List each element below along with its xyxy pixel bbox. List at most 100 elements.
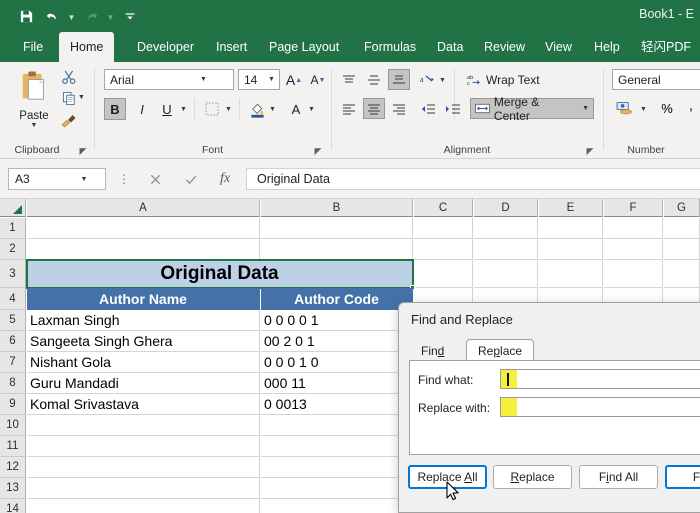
- number-format-combobox[interactable]: General: [612, 69, 700, 90]
- cell-c3[interactable]: [414, 260, 473, 288]
- cell-b10[interactable]: [261, 415, 413, 436]
- align-middle-icon[interactable]: [363, 69, 385, 90]
- cut-icon[interactable]: [58, 67, 80, 87]
- bold-button[interactable]: B: [104, 98, 126, 120]
- font-color-icon[interactable]: A: [285, 98, 307, 120]
- align-center-icon[interactable]: [363, 98, 385, 119]
- column-header-e[interactable]: E: [539, 199, 603, 217]
- cell-f1[interactable]: [604, 218, 663, 239]
- increase-indent-icon[interactable]: [442, 98, 464, 119]
- name-box[interactable]: A3 ▼: [8, 168, 106, 190]
- name-box-caret-icon[interactable]: ▼: [57, 176, 105, 183]
- tab-view[interactable]: View: [534, 32, 583, 62]
- cell-f2[interactable]: [604, 239, 663, 260]
- customize-qat-icon[interactable]: [118, 4, 142, 28]
- cell-a2[interactable]: [27, 239, 260, 260]
- cell-a13[interactable]: [27, 478, 260, 499]
- column-header-g[interactable]: G: [664, 199, 700, 217]
- table-row[interactable]: 0 0013: [261, 394, 413, 415]
- find-and-replace-dialog[interactable]: Find and Replace Find Replace Find what:…: [398, 302, 700, 513]
- decrease-indent-icon[interactable]: [417, 98, 439, 119]
- underline-dropdown-caret[interactable]: ▼: [180, 106, 187, 113]
- row-header-10[interactable]: 10: [0, 415, 26, 436]
- find-what-input[interactable]: [500, 369, 700, 389]
- font-name-combobox[interactable]: Arial ▼: [104, 69, 234, 90]
- paste-caret-icon[interactable]: ▼: [10, 122, 58, 130]
- accounting-format-icon[interactable]: [612, 98, 636, 119]
- tab-formulas[interactable]: Formulas: [353, 32, 427, 62]
- align-right-icon[interactable]: [388, 98, 410, 119]
- row-header-11[interactable]: 11: [0, 436, 26, 457]
- table-row[interactable]: 0 0 0 0 1: [261, 310, 413, 331]
- table-header-author-name[interactable]: Author Name: [27, 288, 260, 310]
- format-painter-icon[interactable]: [58, 110, 80, 130]
- cell-b14[interactable]: [261, 499, 413, 513]
- align-top-icon[interactable]: [338, 69, 360, 90]
- align-left-icon[interactable]: [338, 98, 360, 119]
- find-next-button[interactable]: Find: [665, 465, 700, 489]
- column-header-c[interactable]: C: [414, 199, 473, 217]
- row-header-5[interactable]: 5: [0, 310, 26, 331]
- row-header-8[interactable]: 8: [0, 373, 26, 394]
- cell-b11[interactable]: [261, 436, 413, 457]
- enter-icon[interactable]: [176, 168, 206, 190]
- comma-style-icon[interactable]: ,: [680, 98, 700, 119]
- column-header-f[interactable]: F: [604, 199, 663, 217]
- cell-c1[interactable]: [414, 218, 473, 239]
- decrease-font-size-icon[interactable]: A▼: [307, 69, 329, 91]
- cell-g1[interactable]: [664, 218, 700, 239]
- dialog-tab-find[interactable]: Find: [409, 339, 456, 361]
- cell-e1[interactable]: [539, 218, 603, 239]
- cell-a10[interactable]: [27, 415, 260, 436]
- copy-icon[interactable]: [58, 88, 80, 108]
- formula-input[interactable]: Original Data: [246, 168, 700, 190]
- tab-data[interactable]: Data: [426, 32, 474, 62]
- table-header-author-code[interactable]: Author Code: [261, 288, 413, 310]
- cell-a14[interactable]: [27, 499, 260, 513]
- font-dialog-launcher[interactable]: ◤: [312, 145, 324, 157]
- row-header-9[interactable]: 9: [0, 394, 26, 415]
- cell-a12[interactable]: [27, 457, 260, 478]
- table-row[interactable]: Laxman Singh: [27, 310, 260, 331]
- table-row[interactable]: 0 0 0 1 0: [261, 352, 413, 373]
- underline-button[interactable]: U: [156, 98, 178, 120]
- row-header-13[interactable]: 13: [0, 478, 26, 499]
- align-bottom-icon[interactable]: [388, 69, 410, 90]
- undo-dropdown-caret[interactable]: ▼: [66, 4, 77, 28]
- row-header-14[interactable]: 14: [0, 499, 26, 513]
- tab-file[interactable]: File: [12, 32, 54, 62]
- italic-button[interactable]: I: [131, 98, 153, 120]
- merged-title-cell[interactable]: Original Data: [27, 260, 413, 288]
- cell-d3[interactable]: [474, 260, 538, 288]
- row-header-3[interactable]: 3: [0, 260, 26, 288]
- orientation-icon[interactable]: a: [417, 69, 439, 90]
- tab-home[interactable]: Home: [59, 32, 114, 62]
- percent-style-icon[interactable]: %: [656, 98, 678, 119]
- table-row[interactable]: Guru Mandadi: [27, 373, 260, 394]
- row-header-2[interactable]: 2: [0, 239, 26, 260]
- column-header-d[interactable]: D: [474, 199, 538, 217]
- fill-color-icon[interactable]: [246, 98, 268, 120]
- borders-icon[interactable]: [201, 98, 223, 120]
- replace-button[interactable]: Replace: [493, 465, 572, 489]
- insert-function-icon[interactable]: fx: [210, 168, 240, 190]
- find-all-button[interactable]: Find All: [579, 465, 658, 489]
- wrap-text-button[interactable]: ab c Wrap Text: [463, 69, 544, 90]
- alignment-dialog-launcher[interactable]: ◤: [584, 145, 596, 157]
- row-header-1[interactable]: 1: [0, 218, 26, 239]
- table-row[interactable]: 000 11: [261, 373, 413, 394]
- merge-center-dropdown-caret[interactable]: ▼: [582, 105, 589, 112]
- orientation-dropdown-caret[interactable]: ▼: [439, 77, 446, 84]
- redo-icon[interactable]: [79, 4, 103, 28]
- undo-icon[interactable]: [40, 4, 64, 28]
- cell-c2[interactable]: [414, 239, 473, 260]
- save-icon[interactable]: [14, 4, 38, 28]
- increase-font-size-icon[interactable]: A▲: [283, 69, 305, 91]
- cell-b12[interactable]: [261, 457, 413, 478]
- cell-g2[interactable]: [664, 239, 700, 260]
- tab-review[interactable]: Review: [473, 32, 536, 62]
- column-header-b[interactable]: B: [261, 199, 413, 217]
- cell-b2[interactable]: [261, 239, 413, 260]
- table-row[interactable]: Komal Srivastava: [27, 394, 260, 415]
- cell-a11[interactable]: [27, 436, 260, 457]
